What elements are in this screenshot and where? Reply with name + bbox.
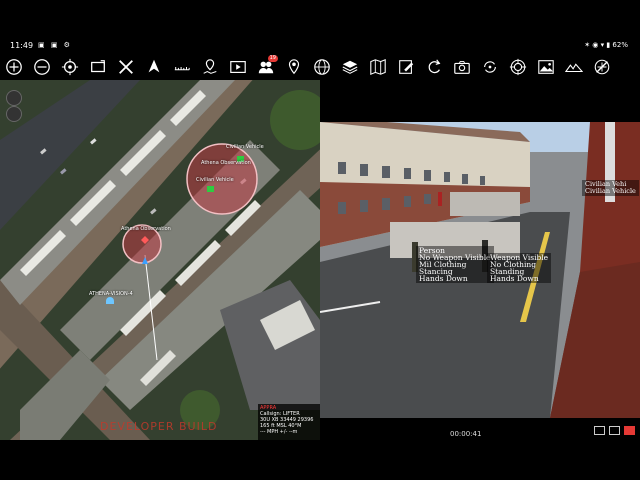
target-button[interactable] [507,56,529,78]
video-panel: Person No Weapon Visible Mil Clothing St… [320,80,640,440]
marker-label-civilian-vehicle-2[interactable]: Civilian Vehicle [196,177,234,183]
video-button[interactable] [227,56,249,78]
contacts-button[interactable]: 19 [255,55,278,78]
marker-button[interactable] [283,56,305,78]
globe-button[interactable] [311,56,333,78]
det1-line5: Hands Down [419,274,468,283]
status-right: ✶ ◉ ▾ ▮ 62% [584,41,628,49]
compass-button[interactable] [143,56,165,78]
tools-button[interactable] [115,56,137,78]
camera-button[interactable] [451,56,473,78]
video-feed[interactable]: Person No Weapon Visible Mil Clothing St… [320,122,640,418]
edit-icon [399,60,414,74]
terrain-icon [565,63,583,73]
no-gps-button[interactable] [591,56,613,78]
detection-label-person[interactable]: Person No Weapon Visible Mil Clothing St… [416,246,494,283]
ruler-icon [174,67,190,71]
camera-icon [454,61,470,74]
status-bar: 11:49 ▣ ▣ ⚙ ✶ ◉ ▾ ▮ 62% [0,38,640,54]
status-time: 11:49 [10,41,34,50]
rotate-icon [428,59,441,74]
detection-label-vehicle[interactable]: Civilian Vehi Civilian Vehicle [582,180,639,196]
detection-label-person-2[interactable]: Weapon Visible No Clothing Standing Hand… [487,253,552,283]
marker-label-athena-observation-2[interactable]: Athena Observation [121,226,171,232]
folded-map-icon [370,59,386,75]
plus-icon [6,59,22,75]
marker-label-athena-observation-1[interactable]: Athena Observation [201,160,251,166]
north-arrow-icon [148,59,160,73]
zoom-out-button[interactable] [31,56,53,78]
map-button[interactable] [367,56,389,78]
play-video-icon [230,61,246,73]
fullscreen-button[interactable] [609,426,620,435]
layers-button[interactable] [339,56,361,78]
video-timestamp: 00:00:41 [450,430,482,438]
crosshair-icon [61,58,79,76]
marker-label-athena-vision[interactable]: ATHENA-VISION-4 [89,291,133,297]
map-view[interactable]: Civilian Vehicle Athena Observation Civi… [0,80,320,440]
map-side-button-2[interactable] [6,106,22,122]
minus-icon [34,59,50,75]
map-frame-icon [91,60,105,73]
zoom-in-button[interactable] [3,56,25,78]
measure-button[interactable] [171,56,193,78]
alert-count-badge: 19 [267,55,278,62]
image-button[interactable] [535,56,557,78]
status-left-icons: ▣ ▣ ⚙ [38,41,72,49]
rotate-button[interactable] [423,56,445,78]
sync-icon [484,61,496,73]
developer-build-watermark: DEVELOPER BUILD [100,420,218,433]
info-speed: --- MPH +/- --m [260,429,298,435]
map-side-button-1[interactable] [6,90,22,106]
det2-line4: Hands Down [490,274,539,283]
image-icon [538,60,554,74]
layers-toggle-button[interactable] [87,56,109,78]
satellite-imagery [0,80,320,440]
layers-icon [342,60,358,74]
pip-button[interactable] [594,426,605,435]
locate-button[interactable] [59,56,81,78]
marker-label-civilian-vehicle-1[interactable]: Civilian Vehicle [226,144,264,150]
sync-button[interactable] [479,56,501,78]
add-marker-icon [288,59,300,75]
globe-icon [314,59,330,75]
target-icon [509,58,527,76]
no-gps-icon [594,59,610,75]
edit-button[interactable] [395,56,417,78]
record-button[interactable] [624,426,635,435]
self-info-panel[interactable]: APPRA Callsign: LIFTER 30U XB 33449 2939… [258,404,320,440]
pin-route-icon [203,59,217,74]
cross-tools-icon [119,60,133,74]
route-button[interactable] [199,56,221,78]
toolbar: 19 [0,54,640,80]
det3-line2: Civilian Vehicle [585,187,636,195]
scale-bar [8,434,88,440]
terrain-button[interactable] [563,56,585,78]
